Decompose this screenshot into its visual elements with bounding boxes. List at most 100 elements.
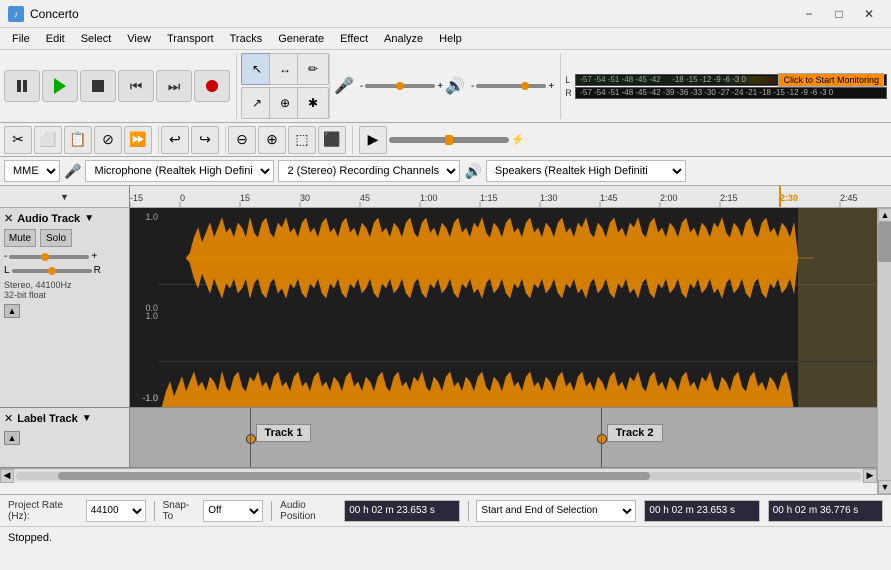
speaker-device-icon: 🔊	[464, 163, 481, 180]
label-track2-text[interactable]: Track 2	[607, 424, 663, 442]
snap-to-select[interactable]: Off	[203, 500, 263, 522]
pause-button[interactable]	[4, 70, 40, 102]
ruler: -15 0 15 30 45 1:00 1:15	[130, 186, 891, 208]
close-button[interactable]: ✕	[855, 0, 883, 28]
scroll-left-button[interactable]: ◀	[0, 469, 14, 483]
label-track1-text[interactable]: Track 1	[256, 424, 312, 442]
selection-end-input[interactable]	[768, 500, 883, 522]
mute-button[interactable]: Mute	[4, 229, 36, 247]
project-rate-select[interactable]: 44100	[86, 500, 146, 522]
audio-track: ✕ Audio Track ▼ Mute Solo -	[0, 208, 877, 408]
menu-help[interactable]: Help	[431, 31, 470, 47]
copy-button[interactable]: ⬜	[34, 126, 62, 154]
mic-slider[interactable]	[365, 84, 435, 88]
zoom-fit-button[interactable]: ⬚	[288, 126, 316, 154]
silence-button[interactable]: ⏩	[124, 126, 152, 154]
prev-icon: ⏮	[130, 78, 143, 95]
vol-slider[interactable]	[476, 84, 546, 88]
next-button[interactable]: ⏭	[156, 70, 192, 102]
hscroll-thumb[interactable]	[58, 472, 650, 480]
selection-start-input[interactable]	[644, 500, 759, 522]
menu-generate[interactable]: Generate	[270, 31, 332, 47]
scroll-down-button[interactable]: ▼	[878, 480, 891, 494]
gain-slider[interactable]	[9, 255, 89, 259]
gain-minus-label: -	[4, 251, 7, 262]
meter-l-bar[interactable]: -57 -54 -51 -48 -45 -42 Click to Start M…	[575, 74, 887, 86]
paste-icon: 📋	[69, 131, 86, 148]
microphone-select[interactable]: Microphone (Realtek High Defini	[85, 160, 274, 182]
paste-button[interactable]: 📋	[64, 126, 92, 154]
status-text: Stopped.	[8, 532, 52, 544]
play-button[interactable]	[42, 70, 78, 102]
audio-track-close-button[interactable]: ✕	[4, 212, 13, 225]
audio-track-header: ✕ Audio Track ▼	[4, 212, 125, 225]
svg-text:1:45: 1:45	[600, 193, 618, 203]
pan-r-label: R	[94, 265, 101, 276]
audio-waveform-area[interactable]: 1.0 0.0 -1.0	[130, 208, 877, 407]
stop-button[interactable]	[80, 70, 116, 102]
monitoring-section: L -57 -54 -51 -48 -45 -42 Click to Start…	[565, 53, 887, 119]
menu-tracks[interactable]: Tracks	[222, 31, 271, 47]
minimize-button[interactable]: −	[795, 0, 823, 28]
prev-button[interactable]: ⏮	[118, 70, 154, 102]
multi-tool-button[interactable]: ✱	[297, 87, 329, 119]
zoom-out-icon: ⊖	[236, 131, 248, 148]
menu-view[interactable]: View	[119, 31, 159, 47]
hscrollbar[interactable]: ◀ ▶	[0, 468, 877, 482]
cut-button[interactable]: ✂	[4, 126, 32, 154]
statusbar: Stopped.	[0, 526, 891, 548]
interface-select[interactable]: MME	[4, 160, 60, 182]
label-track-expand-button[interactable]: ▲	[4, 431, 20, 445]
channels-select[interactable]: 2 (Stereo) Recording Channels	[278, 160, 460, 182]
pan-slider[interactable]	[12, 269, 92, 273]
record-button[interactable]	[194, 70, 230, 102]
zoom-full-button[interactable]: ⬛	[318, 126, 346, 154]
play-speed-button[interactable]: ▶	[359, 126, 387, 154]
pause-icon	[17, 80, 27, 92]
menu-transport[interactable]: Transport	[159, 31, 222, 47]
label-track-area[interactable]: Track 1 Track 2	[130, 408, 877, 467]
label-track-dropdown-button[interactable]: ▼	[82, 413, 92, 424]
menu-analyze[interactable]: Analyze	[376, 31, 431, 47]
audio-position-input[interactable]	[344, 500, 459, 522]
zoom-in-button[interactable]: ⊕	[258, 126, 286, 154]
redo-icon: ↪	[199, 131, 211, 148]
label-track-close-button[interactable]: ✕	[4, 412, 13, 425]
track-expand-button[interactable]: ▲	[4, 304, 20, 318]
menu-edit[interactable]: Edit	[38, 31, 73, 47]
menu-select[interactable]: Select	[73, 31, 120, 47]
select-tool-icon: ↖	[252, 62, 262, 76]
zoom-in-icon: ⊕	[266, 131, 278, 148]
trim-button[interactable]: ⊘	[94, 126, 122, 154]
timeline-left-pad: ▼	[0, 186, 130, 208]
svg-text:2:45: 2:45	[840, 193, 858, 203]
vscroll-track[interactable]	[878, 222, 891, 480]
undo-button[interactable]: ↩	[161, 126, 189, 154]
hscroll-track[interactable]	[16, 472, 861, 480]
zoom-out-button[interactable]: ⊖	[228, 126, 256, 154]
audio-track-dropdown-button[interactable]: ▼	[84, 213, 94, 224]
scale-top: 1.0	[130, 212, 158, 222]
waveform-upper-svg	[158, 208, 877, 361]
meter-r-bar[interactable]: -57 -54 -51 -48 -45 -42 -39 -36 -33 -30 …	[575, 87, 887, 99]
menu-effect[interactable]: Effect	[332, 31, 376, 47]
tracks-and-scroll: ✕ Audio Track ▼ Mute Solo -	[0, 208, 891, 494]
draw-tool-button[interactable]: ✏	[297, 53, 329, 85]
scroll-up-button[interactable]: ▲	[878, 208, 891, 222]
vscrollbar[interactable]: ▲ ▼	[877, 208, 891, 494]
vscroll-thumb[interactable]	[878, 222, 891, 262]
svg-text:2:30: 2:30	[780, 193, 798, 203]
speed-slider[interactable]	[389, 137, 509, 143]
menu-file[interactable]: File	[4, 31, 38, 47]
meter-r-label: R	[565, 88, 573, 98]
microphone-icon: 🎤	[334, 76, 354, 96]
redo-button[interactable]: ↪	[191, 126, 219, 154]
scroll-right-button[interactable]: ▶	[863, 469, 877, 483]
volume-group: 🎤 - + 🔊 -	[334, 53, 561, 119]
selection-type-select[interactable]: Start and End of Selection	[476, 500, 636, 522]
zoom-tool-icon: ↗	[252, 96, 262, 110]
solo-button[interactable]: Solo	[40, 229, 72, 247]
ruler-area[interactable]: -15 0 15 30 45 1:00 1:15	[130, 186, 891, 208]
maximize-button[interactable]: □	[825, 0, 853, 28]
speaker-select[interactable]: Speakers (Realtek High Definiti	[486, 160, 686, 182]
